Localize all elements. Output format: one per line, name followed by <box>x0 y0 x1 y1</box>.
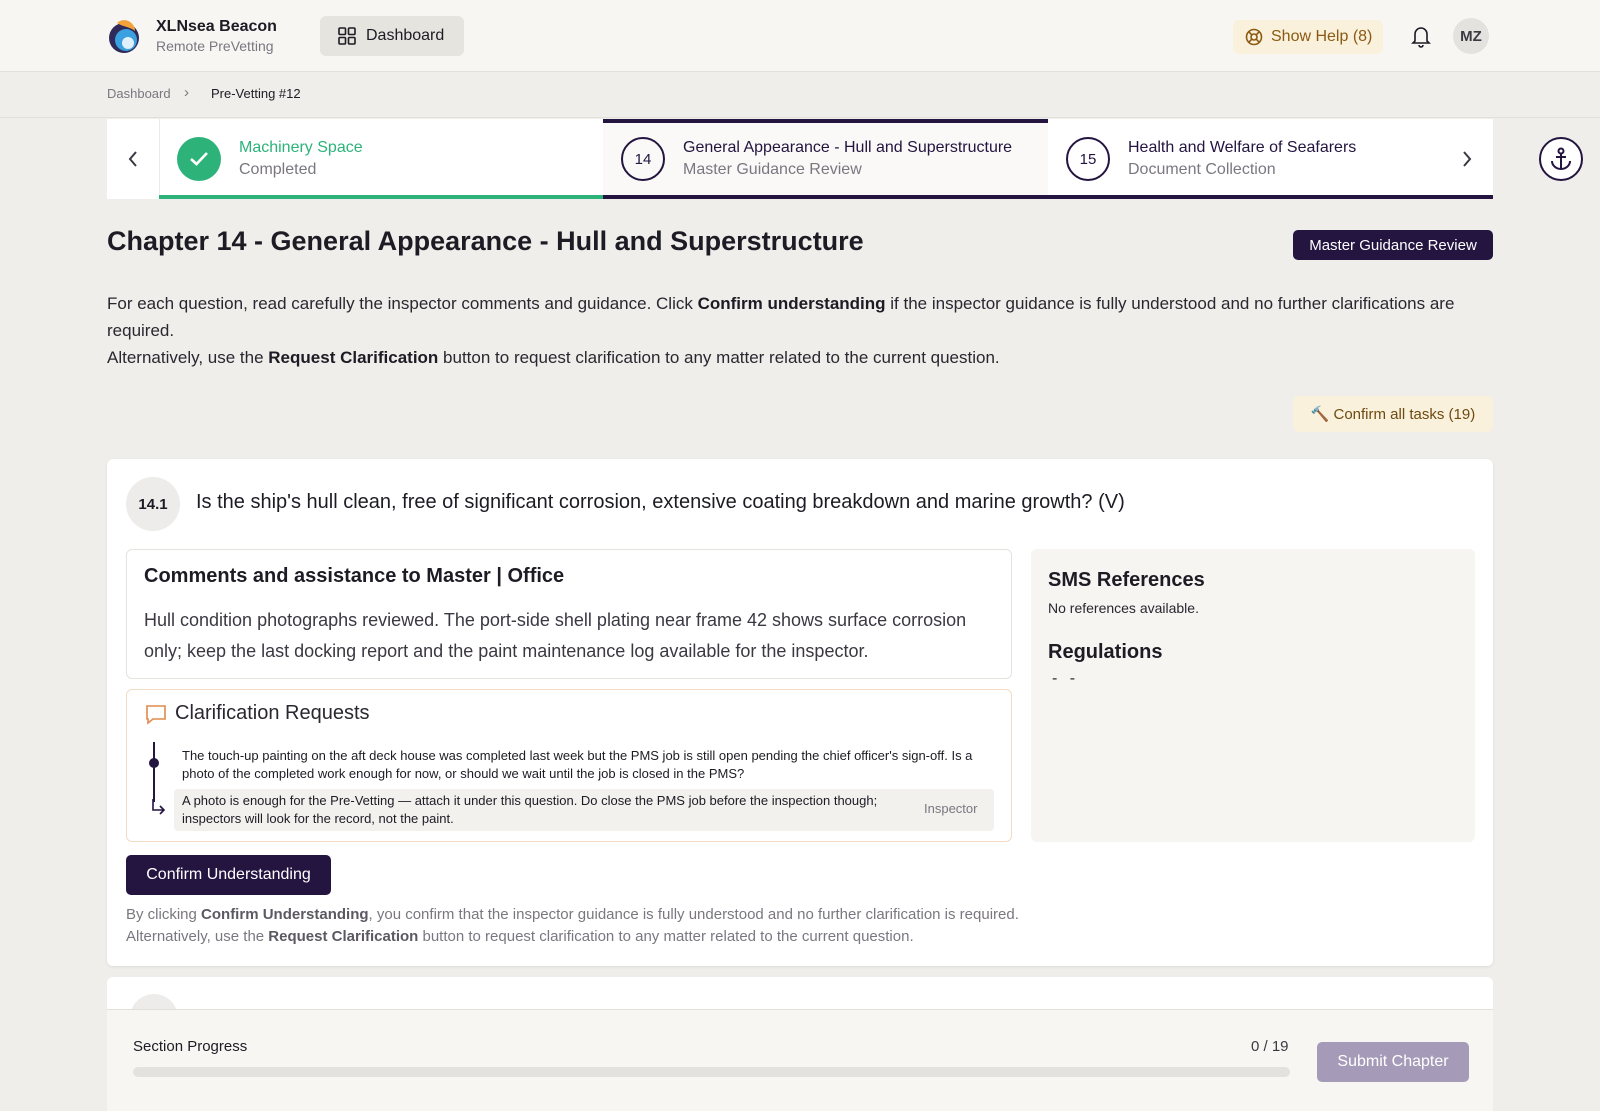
sms-references-title: SMS References <box>1048 569 1205 591</box>
progress-footer <box>107 1009 1493 1111</box>
breadcrumb-separator-icon: › <box>184 84 189 101</box>
confirm-footnote: By clicking Confirm Understanding, you c… <box>126 906 1019 945</box>
show-help-button[interactable]: Show Help (8) <box>1233 20 1383 54</box>
anchor-icon <box>1551 147 1571 170</box>
chapter-stepper: Machinery Space Completed 14 General App… <box>107 119 1493 199</box>
step-number: 15 <box>1066 137 1110 181</box>
chapter-instructions: For each question, read carefully the in… <box>107 294 1455 367</box>
lifebuoy-icon <box>1245 28 1263 46</box>
confirm-all-tasks-button[interactable]: 🔨 Confirm all tasks (19) <box>1293 396 1493 432</box>
thread-line <box>153 742 155 802</box>
regulations-title: Regulations <box>1048 641 1163 663</box>
submit-chapter-button[interactable]: Submit Chapter <box>1317 1042 1469 1082</box>
chevron-left-icon <box>128 151 137 167</box>
reply-arrow-icon <box>152 799 166 815</box>
step-general-appearance[interactable]: 14 General Appearance - Hull and Superst… <box>603 119 1048 199</box>
clarification-message: The touch-up painting on the aft deck ho… <box>182 748 973 781</box>
comments-title: Comments and assistance to Master | Offi… <box>144 565 565 587</box>
hammer-icon: 🔨 <box>1310 406 1330 423</box>
step-status: Completed <box>239 161 317 178</box>
question-number: 14.1 <box>126 477 180 531</box>
breadcrumb-dashboard[interactable]: Dashboard <box>107 86 171 101</box>
dashboard-button-label: Dashboard <box>366 27 445 44</box>
show-help-label: Show Help (8) <box>1271 28 1373 45</box>
step-title: General Appearance - Hull and Superstruc… <box>683 139 1013 156</box>
clarification-reply-text: A photo is enough for the Pre-Vetting — … <box>182 793 878 826</box>
step-status: Document Collection <box>1128 161 1276 178</box>
step-progress-bar <box>603 195 1048 199</box>
step-status: Master Guidance Review <box>683 161 862 178</box>
section-progress-label: Section Progress <box>133 1038 248 1055</box>
step-number: 14 <box>621 137 665 181</box>
grid-icon <box>338 27 356 45</box>
check-icon <box>177 137 221 181</box>
thread-dot <box>149 758 159 768</box>
status-badge: Master Guidance Review <box>1293 230 1493 260</box>
user-avatar[interactable]: MZ <box>1453 18 1489 54</box>
chevron-right-icon <box>1463 151 1472 167</box>
comments-body: Hull condition photographs reviewed. The… <box>144 610 967 661</box>
brand: XLNsea Beacon Remote PreVetting <box>156 17 277 55</box>
stepper-prev-button[interactable] <box>107 119 159 199</box>
chat-icon <box>146 705 166 725</box>
anchor-button[interactable] <box>1539 137 1583 181</box>
confirm-understanding-button[interactable]: Confirm Understanding <box>126 855 331 895</box>
sms-references-value: No references available. <box>1048 600 1199 616</box>
clarification-title: Clarification Requests <box>175 702 370 724</box>
page-title: Chapter 14 - General Appearance - Hull a… <box>107 226 864 256</box>
app-subtitle: Remote PreVetting <box>156 38 274 54</box>
section-progress-count: 0 / 19 <box>1251 1038 1289 1055</box>
step-health-welfare[interactable]: 15 Health and Welfare of Seafarers Docum… <box>1048 119 1441 199</box>
step-machinery-space[interactable]: Machinery Space Completed <box>159 119 603 199</box>
breadcrumb-current: Pre-Vetting #12 <box>211 86 301 101</box>
references-panel <box>1031 549 1475 842</box>
regulations-value: - - <box>1052 670 1080 687</box>
app-logo-icon <box>109 20 139 53</box>
step-progress-bar <box>159 195 603 199</box>
section-progress-bar <box>133 1067 1290 1077</box>
reply-author-role: Inspector <box>924 801 978 816</box>
dashboard-button[interactable]: Dashboard <box>320 16 464 56</box>
confirm-all-label: Confirm all tasks (19) <box>1333 405 1476 423</box>
step-title: Health and Welfare of Seafarers <box>1128 139 1357 156</box>
bell-icon[interactable] <box>1410 24 1432 48</box>
question-text: Is the ship's hull clean, free of signif… <box>196 491 1125 513</box>
app-name: XLNsea Beacon <box>156 18 277 35</box>
step-title: Machinery Space <box>239 139 363 156</box>
stepper-next-button[interactable] <box>1441 119 1493 199</box>
